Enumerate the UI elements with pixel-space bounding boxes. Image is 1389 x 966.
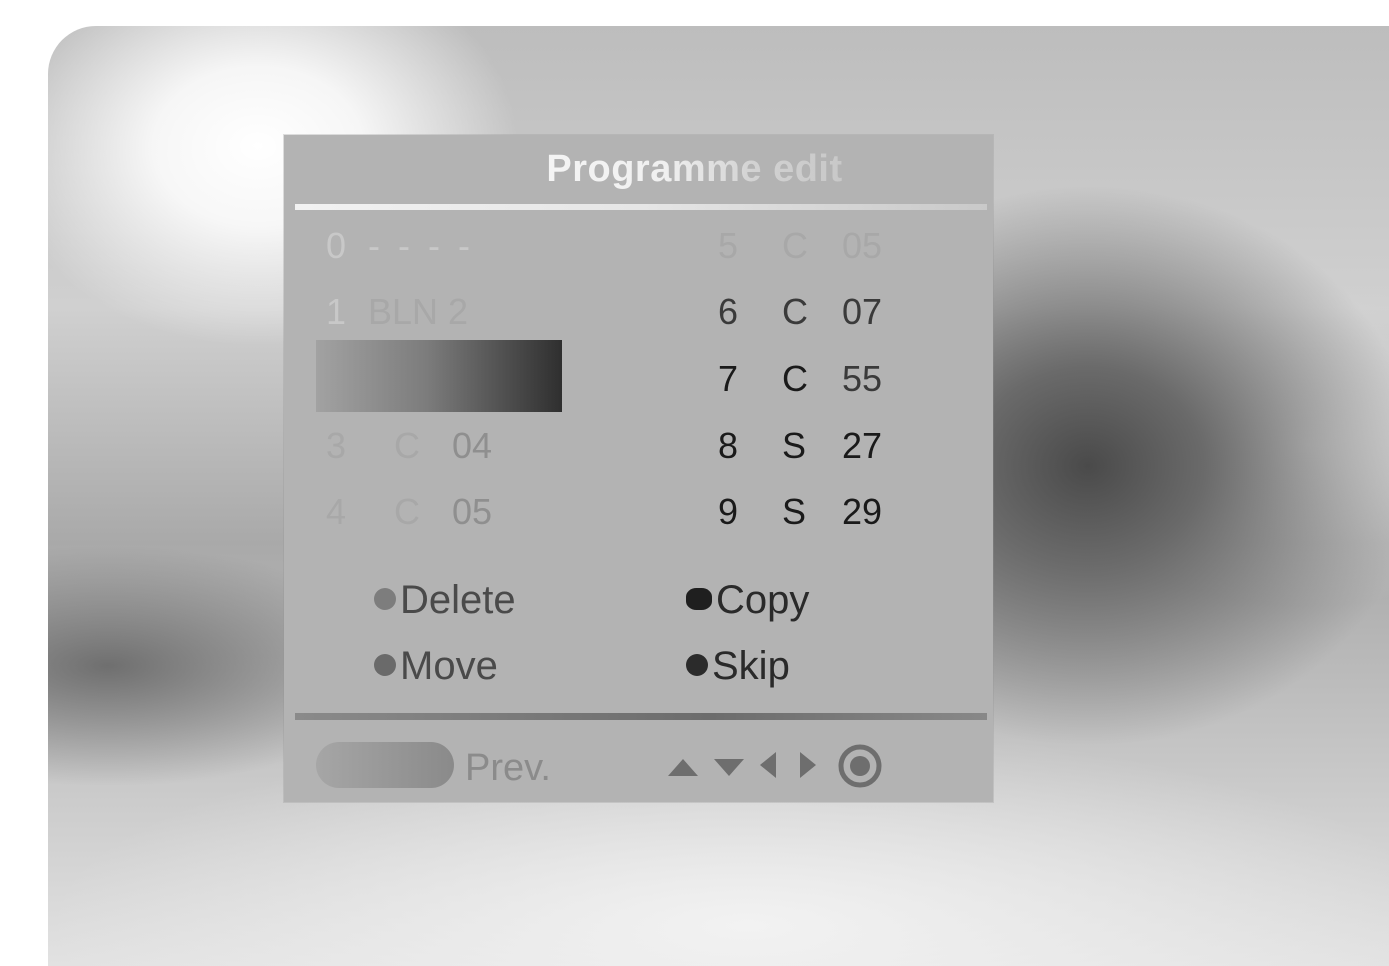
skip-label: Skip bbox=[712, 644, 790, 688]
blue-dot-icon bbox=[686, 654, 708, 677]
title-divider bbox=[295, 204, 987, 210]
programme-name: - - - - bbox=[368, 225, 474, 266]
programme-type: S bbox=[782, 425, 807, 466]
footer-divider bbox=[295, 713, 987, 720]
programme-channel: 04 bbox=[452, 425, 493, 466]
arrow-up-icon bbox=[668, 759, 698, 776]
programme-row-4[interactable]: 4 C 05 bbox=[326, 490, 492, 534]
programme-type: C bbox=[782, 358, 808, 399]
programme-number: 7 bbox=[718, 358, 739, 399]
programme-number: 8 bbox=[718, 425, 739, 466]
arrow-down-icon bbox=[714, 759, 744, 776]
arrow-right-icon bbox=[800, 752, 816, 778]
programme-number: 3 bbox=[326, 425, 347, 466]
skip-option[interactable]: Skip bbox=[686, 641, 790, 691]
programme-number: 9 bbox=[718, 491, 739, 532]
programme-type: C bbox=[782, 291, 808, 332]
programme-number: 4 bbox=[326, 491, 347, 532]
delete-label: Delete bbox=[400, 578, 516, 622]
programme-number: 1 bbox=[326, 291, 347, 332]
programme-type: C bbox=[394, 425, 420, 466]
programme-row-2-selected[interactable] bbox=[316, 340, 562, 412]
green-dot-icon bbox=[686, 588, 712, 611]
programme-row-1[interactable]: 1 BLN 2 bbox=[326, 290, 468, 334]
programme-type: C bbox=[394, 491, 420, 532]
prev-button-icon[interactable] bbox=[316, 742, 454, 788]
programme-number: 6 bbox=[718, 291, 739, 332]
copy-label: Copy bbox=[716, 578, 810, 622]
programme-channel: 05 bbox=[452, 491, 493, 532]
programme-row-7[interactable]: 7 C 55 bbox=[718, 357, 882, 401]
menu-title-text: Programme edit bbox=[546, 148, 843, 190]
programme-row-0[interactable]: 0 - - - - bbox=[326, 224, 470, 268]
programme-number: 5 bbox=[718, 225, 739, 266]
programme-row-8[interactable]: 8 S 27 bbox=[718, 424, 882, 468]
delete-option[interactable]: Delete bbox=[374, 575, 516, 625]
programme-row-9[interactable]: 9 S 29 bbox=[718, 490, 882, 534]
yellow-dot-icon bbox=[374, 654, 396, 677]
move-label: Move bbox=[400, 644, 498, 688]
programme-channel: 27 bbox=[842, 425, 883, 466]
programme-row-5[interactable]: 5 C 05 bbox=[718, 224, 882, 268]
ok-icon bbox=[838, 744, 882, 788]
programme-row-3[interactable]: 3 C 04 bbox=[326, 424, 492, 468]
arrow-left-icon bbox=[760, 752, 776, 778]
programme-channel: 29 bbox=[842, 491, 883, 532]
menu-title: Programme edit bbox=[0, 148, 1389, 191]
programme-type: C bbox=[782, 225, 808, 266]
programme-type: S bbox=[782, 491, 807, 532]
programme-channel: 05 bbox=[842, 225, 883, 266]
programme-name: BLN 2 bbox=[368, 291, 469, 332]
programme-channel: 07 bbox=[842, 291, 883, 332]
move-option[interactable]: Move bbox=[374, 641, 498, 691]
programme-number: 0 bbox=[326, 225, 347, 266]
programme-channel: 55 bbox=[842, 358, 883, 399]
red-dot-icon bbox=[374, 588, 396, 611]
copy-option[interactable]: Copy bbox=[686, 575, 809, 625]
programme-row-6[interactable]: 6 C 07 bbox=[718, 290, 882, 334]
prev-label: Prev. bbox=[465, 747, 551, 789]
